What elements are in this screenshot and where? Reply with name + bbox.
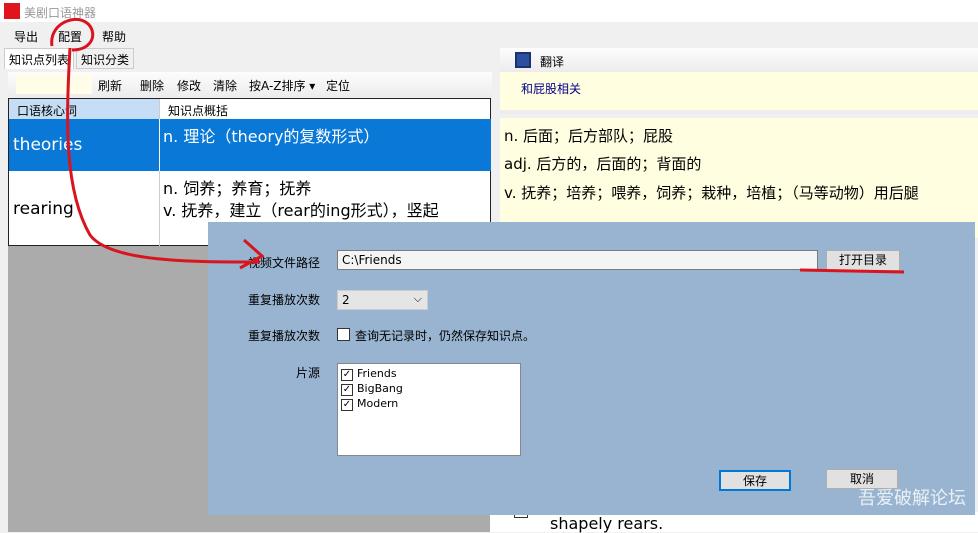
delete-button[interactable]: 删除 <box>140 77 164 94</box>
menu-export[interactable]: 导出 <box>14 28 38 45</box>
source-item[interactable]: ✓ BigBang <box>341 381 403 396</box>
definition-panel: n. 后面；后方部队；屁股 adj. 后方的，后面的；背面的 v. 抚养；培养；… <box>500 118 978 238</box>
right-toolbar: 翻译 <box>500 48 978 72</box>
row-word: theories <box>13 135 83 155</box>
path-input[interactable]: C:\Friends <box>337 250 818 270</box>
column-header-word[interactable]: 口语核心词 <box>9 99 159 119</box>
example-text: shapely rears. <box>550 514 664 533</box>
clear-button[interactable]: 清除 <box>213 77 237 94</box>
tab-knowledge-list[interactable]: 知识点列表 <box>4 48 75 69</box>
app-icon <box>4 3 20 19</box>
checkbox-checked-icon[interactable]: ✓ <box>341 399 353 411</box>
menu-bar: 导出 配置 帮助 <box>0 22 978 46</box>
row-summary-line2: v. 抚养，建立（rear的ing形式），竖起 <box>163 201 439 220</box>
definition-line: adj. 后方的，后面的；背面的 <box>504 155 702 173</box>
row-word: rearing <box>13 199 74 219</box>
repeat-label: 重复播放次数 <box>248 293 321 307</box>
search-input[interactable] <box>16 75 92 94</box>
title-bar: 美剧口语神器 <box>0 0 978 22</box>
edit-button[interactable]: 修改 <box>177 77 201 94</box>
repeat-count-value: 2 <box>342 293 350 307</box>
save-knowledge-checkbox[interactable] <box>337 328 350 341</box>
translate-button[interactable]: 翻译 <box>540 53 564 70</box>
repeat-label-2: 重复播放次数 <box>248 329 321 343</box>
checkbox-checked-icon[interactable]: ✓ <box>341 369 353 381</box>
save-icon[interactable] <box>515 52 531 68</box>
source-label: 片源 <box>296 366 321 380</box>
related-panel: 和屁股相关 <box>500 72 978 114</box>
save-knowledge-label: 查询无记录时，仍然保存知识点。 <box>355 329 536 343</box>
checkbox-checked-icon[interactable]: ✓ <box>341 384 353 396</box>
source-item[interactable]: ✓ Friends <box>341 366 403 381</box>
watermark: 吾爱破解论坛 <box>858 488 966 509</box>
row-summary: n. 饲养；养育；抚养 <box>163 179 312 198</box>
repeat-count-select[interactable]: 2 ⌵ <box>337 290 428 310</box>
config-dialog: 视频文件路径 C:\Friends 打开目录 重复播放次数 2 ⌵ 重复播放次数… <box>208 222 975 515</box>
definition-line: n. 后面；后方部队；屁股 <box>504 127 674 145</box>
path-label: 视频文件路径 <box>248 256 321 270</box>
definition-line: v. 抚养；培养；喂养，饲养；栽种，培植；（马等动物）用后腿 <box>504 184 919 202</box>
source-item[interactable]: ✓ Modern <box>341 396 403 411</box>
menu-help[interactable]: 帮助 <box>102 28 126 45</box>
tab-knowledge-category[interactable]: 知识分类 <box>76 48 135 69</box>
locate-button[interactable]: 定位 <box>326 77 350 94</box>
save-button[interactable]: 保存 <box>719 470 791 491</box>
row-summary: n. 理论（theory的复数形式） <box>163 127 380 146</box>
chevron-down-icon: ⌵ <box>413 292 422 305</box>
column-header-summary[interactable]: 知识点概括 <box>159 99 491 119</box>
related-link[interactable]: 和屁股相关 <box>521 80 581 97</box>
sort-dropdown[interactable]: 按A-Z排序 ▾ <box>249 77 315 94</box>
menu-config[interactable]: 配置 <box>58 28 82 45</box>
window-title: 美剧口语神器 <box>24 6 97 20</box>
table-row[interactable]: theories n. 理论（theory的复数形式） <box>9 119 491 171</box>
source-list[interactable]: ✓ Friends ✓ BigBang ✓ Modern <box>337 363 521 456</box>
refresh-button[interactable]: 刷新 <box>98 77 122 94</box>
open-directory-button[interactable]: 打开目录 <box>826 250 900 271</box>
